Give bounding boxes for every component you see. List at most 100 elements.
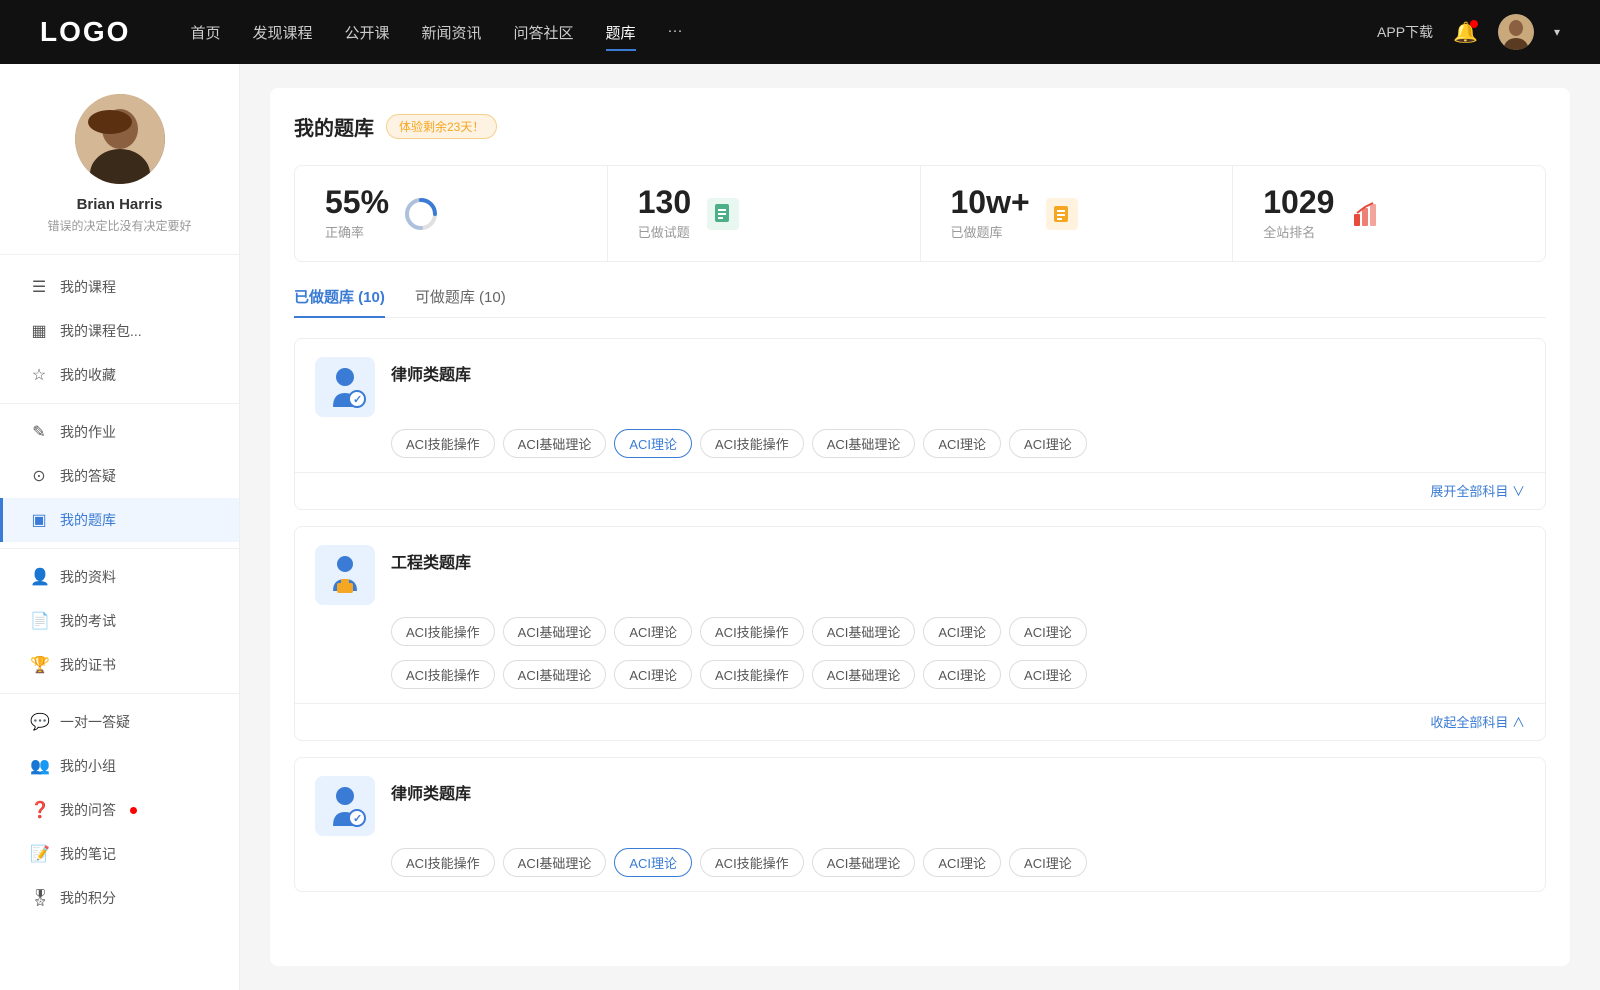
qbank-tag-1-1[interactable]: ACI基础理论 bbox=[503, 617, 607, 646]
question-badge bbox=[130, 807, 137, 814]
logo[interactable]: LOGO bbox=[40, 16, 130, 48]
sidebar-item-qbank[interactable]: ▣ 我的题库 bbox=[0, 498, 239, 542]
sidebar-item-favorites[interactable]: ☆ 我的收藏 bbox=[0, 353, 239, 397]
stat-text-done-b: 10w+ 已做题库 bbox=[951, 186, 1030, 241]
qbank-card-0-header: ✓ 律师类题库 bbox=[295, 339, 1545, 429]
sidebar-item-homework[interactable]: ✎ 我的作业 bbox=[0, 410, 239, 454]
sidebar-item-profile[interactable]: 👤 我的资料 bbox=[0, 555, 239, 599]
sidebar-item-label: 我的资料 bbox=[60, 567, 116, 587]
sidebar-item-certificate[interactable]: 🏆 我的证书 bbox=[0, 643, 239, 687]
sidebar-item-label: 我的考试 bbox=[60, 611, 116, 631]
qbank-tag-0-6[interactable]: ACI理论 bbox=[1009, 429, 1087, 458]
sidebar-item-group[interactable]: 👥 我的小组 bbox=[0, 744, 239, 788]
rank-icon bbox=[1348, 196, 1384, 232]
qbank-tag-1-7[interactable]: ACI技能操作 bbox=[391, 660, 495, 689]
main-layout: Brian Harris 错误的决定比没有决定要好 ☰ 我的课程 ▦ 我的课程包… bbox=[0, 64, 1600, 990]
svg-text:✓: ✓ bbox=[353, 813, 362, 825]
nav-qbank[interactable]: 题库 bbox=[606, 18, 636, 47]
qbank-tag-0-1[interactable]: ACI基础理论 bbox=[503, 429, 607, 458]
chart-red-icon bbox=[1350, 198, 1382, 230]
qbank-tag-0-5[interactable]: ACI理论 bbox=[923, 429, 1001, 458]
qbank-tag-1-2[interactable]: ACI理论 bbox=[614, 617, 692, 646]
qbank-tag-2-1[interactable]: ACI基础理论 bbox=[503, 848, 607, 877]
qbank-card-1-header: 工程类题库 bbox=[295, 527, 1545, 617]
qbank-tag-2-0[interactable]: ACI技能操作 bbox=[391, 848, 495, 877]
sidebar-item-my-qa[interactable]: ⊙ 我的答疑 bbox=[0, 454, 239, 498]
app-download-link[interactable]: APP下载 bbox=[1377, 22, 1433, 42]
qbank-tags-2: ACI技能操作 ACI基础理论 ACI理论 ACI技能操作 ACI基础理论 AC… bbox=[295, 848, 1545, 891]
notification-dot bbox=[1470, 20, 1478, 28]
qbank-card-0-icon: ✓ bbox=[315, 357, 375, 417]
qbank-tag-2-5[interactable]: ACI理论 bbox=[923, 848, 1001, 877]
navbar-right: APP下载 🔔 ▾ bbox=[1377, 14, 1560, 50]
qbank-card-2-title: 律师类题库 bbox=[391, 776, 471, 804]
qbank-tag-2-2[interactable]: ACI理论 bbox=[614, 848, 692, 877]
page-title: 我的题库 bbox=[294, 112, 374, 141]
qbank-card-0: ✓ 律师类题库 ACI技能操作 ACI基础理论 ACI理论 ACI技能操作 AC… bbox=[294, 338, 1546, 510]
doc-green-icon bbox=[707, 198, 739, 230]
profile-icon: 👤 bbox=[30, 567, 48, 587]
qbank-tag-1-0[interactable]: ACI技能操作 bbox=[391, 617, 495, 646]
my-qa-icon: ⊙ bbox=[30, 466, 48, 486]
qbank-title-2: 律师类题库 bbox=[391, 780, 471, 804]
sidebar-divider-1 bbox=[0, 403, 239, 404]
nav-news[interactable]: 新闻资讯 bbox=[422, 18, 482, 47]
sidebar-item-label: 我的作业 bbox=[60, 422, 116, 442]
nav-home[interactable]: 首页 bbox=[190, 18, 220, 47]
qbank-tag-1-10[interactable]: ACI技能操作 bbox=[700, 660, 804, 689]
qbank-toggle-0[interactable]: 展开全部科目 ∨ bbox=[1430, 484, 1525, 499]
qbank-card-0-footer: 展开全部科目 ∨ bbox=[295, 472, 1545, 509]
sidebar-item-label: 我的积分 bbox=[60, 888, 116, 908]
stat-rank: 1029 全站排名 bbox=[1233, 166, 1545, 261]
sidebar-item-my-courses[interactable]: ☰ 我的课程 bbox=[0, 265, 239, 309]
qbank-card-1-title: 工程类题库 bbox=[391, 545, 471, 573]
sidebar-item-label: 我的小组 bbox=[60, 756, 116, 776]
qbank-tag-1-5[interactable]: ACI理论 bbox=[923, 617, 1001, 646]
qbank-tag-1-9[interactable]: ACI理论 bbox=[614, 660, 692, 689]
qbank-tag-1-13[interactable]: ACI理论 bbox=[1009, 660, 1087, 689]
sidebar-item-label: 我的收藏 bbox=[60, 365, 116, 385]
nav-more[interactable]: ··· bbox=[668, 18, 683, 47]
qbank-tag-0-2[interactable]: ACI理论 bbox=[614, 429, 692, 458]
nav-courses[interactable]: 发现课程 bbox=[252, 18, 312, 47]
qbank-tag-0-0[interactable]: ACI技能操作 bbox=[391, 429, 495, 458]
qbank-tag-2-4[interactable]: ACI基础理论 bbox=[812, 848, 916, 877]
sidebar-item-1on1[interactable]: 💬 一对一答疑 bbox=[0, 700, 239, 744]
sidebar-profile: Brian Harris 错误的决定比没有决定要好 bbox=[0, 64, 239, 255]
qbank-card-2-header: ✓ 律师类题库 bbox=[295, 758, 1545, 848]
qbank-tag-1-3[interactable]: ACI技能操作 bbox=[700, 617, 804, 646]
points-icon: 🎖 bbox=[30, 888, 48, 908]
qbank-tag-1-12[interactable]: ACI理论 bbox=[923, 660, 1001, 689]
certificate-icon: 🏆 bbox=[30, 655, 48, 675]
stat-text-done-q: 130 已做试题 bbox=[638, 186, 691, 241]
qbank-tag-2-3[interactable]: ACI技能操作 bbox=[700, 848, 804, 877]
sidebar-item-exam[interactable]: 📄 我的考试 bbox=[0, 599, 239, 643]
nav-menu: 首页 发现课程 公开课 新闻资讯 问答社区 题库 ··· bbox=[190, 18, 1377, 47]
favorites-icon: ☆ bbox=[30, 365, 48, 385]
user-menu-chevron[interactable]: ▾ bbox=[1554, 25, 1560, 39]
tab-available-banks[interactable]: 可做题库 (10) bbox=[415, 286, 506, 317]
qbank-tags-1-row1: ACI技能操作 ACI基础理论 ACI理论 ACI技能操作 ACI基础理论 AC… bbox=[295, 617, 1545, 660]
user-avatar[interactable] bbox=[1498, 14, 1534, 50]
nav-qa[interactable]: 问答社区 bbox=[514, 18, 574, 47]
sidebar-item-points[interactable]: 🎖 我的积分 bbox=[0, 876, 239, 920]
stat-value-rank: 1029 bbox=[1263, 186, 1334, 218]
course-package-icon: ▦ bbox=[30, 321, 48, 341]
tab-done-banks[interactable]: 已做题库 (10) bbox=[294, 286, 385, 317]
sidebar: Brian Harris 错误的决定比没有决定要好 ☰ 我的课程 ▦ 我的课程包… bbox=[0, 64, 240, 990]
qbank-tag-1-8[interactable]: ACI基础理论 bbox=[503, 660, 607, 689]
qbank-tag-1-6[interactable]: ACI理论 bbox=[1009, 617, 1087, 646]
sidebar-item-course-package[interactable]: ▦ 我的课程包... bbox=[0, 309, 239, 353]
sidebar-item-question[interactable]: ❓ 我的问答 bbox=[0, 788, 239, 832]
done-banks-icon bbox=[1044, 196, 1080, 232]
sidebar-item-notes[interactable]: 📝 我的笔记 bbox=[0, 832, 239, 876]
qbank-tag-0-3[interactable]: ACI技能操作 bbox=[700, 429, 804, 458]
notification-bell[interactable]: 🔔 bbox=[1453, 20, 1478, 45]
qbank-tag-0-4[interactable]: ACI基础理论 bbox=[812, 429, 916, 458]
sidebar-item-label: 我的课程包... bbox=[60, 321, 142, 341]
nav-open-course[interactable]: 公开课 bbox=[344, 18, 389, 47]
qbank-tag-2-6[interactable]: ACI理论 bbox=[1009, 848, 1087, 877]
qbank-tag-1-11[interactable]: ACI基础理论 bbox=[812, 660, 916, 689]
qbank-toggle-1[interactable]: 收起全部科目 ∧ bbox=[1430, 715, 1525, 730]
qbank-tag-1-4[interactable]: ACI基础理论 bbox=[812, 617, 916, 646]
